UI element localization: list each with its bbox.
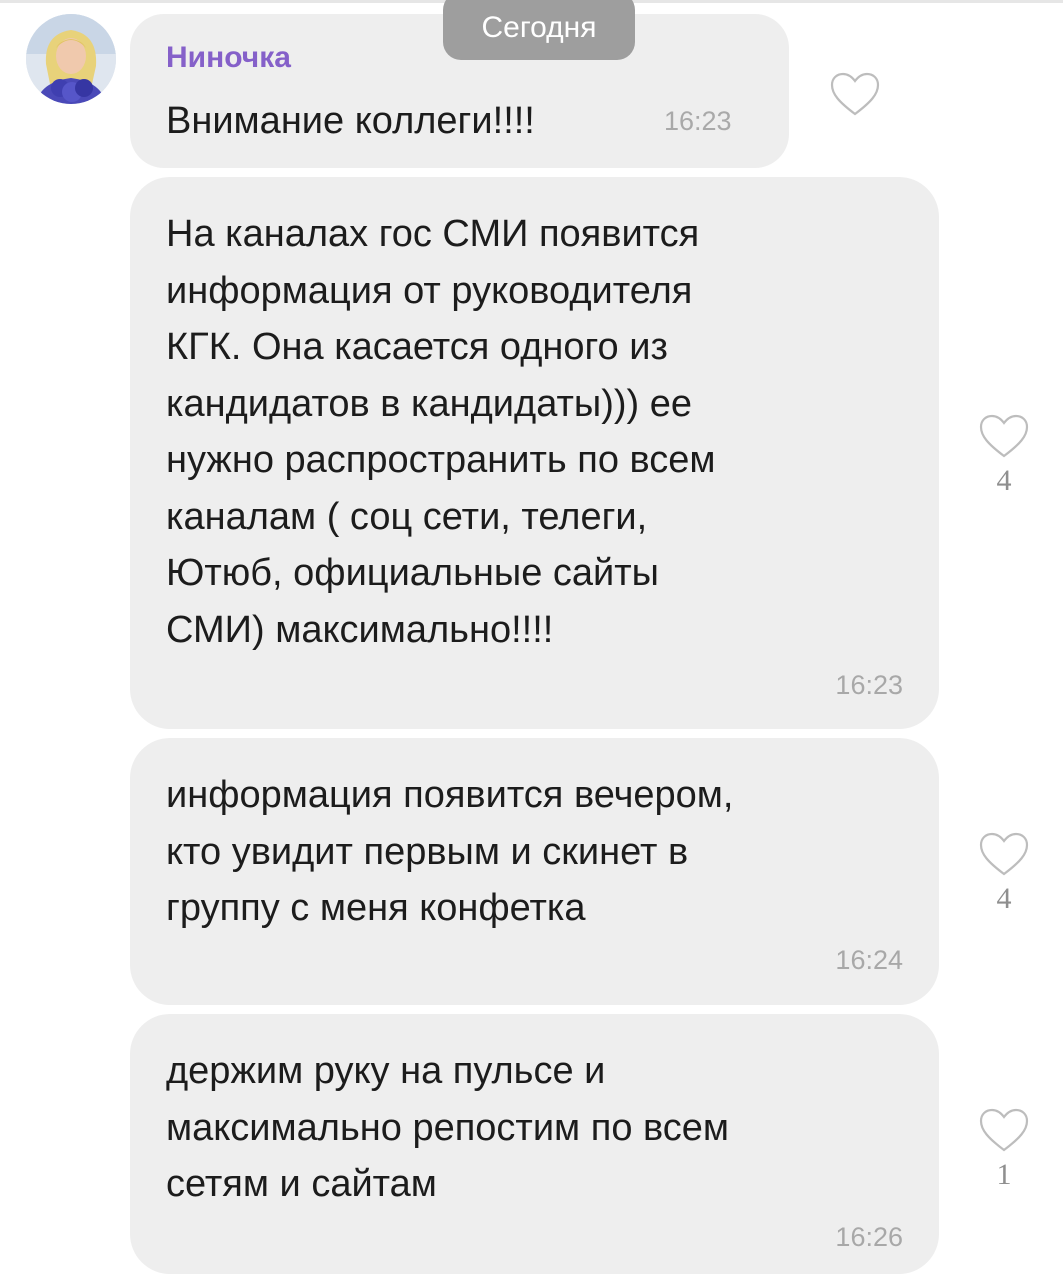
like-count: 4 bbox=[996, 882, 1012, 915]
message-bubble[interactable]: На каналах гос СМИ появится информация о… bbox=[130, 177, 939, 729]
message-time: 16:26 bbox=[835, 1222, 903, 1252]
date-divider: Сегодня bbox=[443, 0, 635, 60]
avatar[interactable] bbox=[26, 14, 116, 104]
heart-outline-icon bbox=[830, 72, 880, 116]
message-time: 16:23 bbox=[835, 670, 903, 700]
heart-outline-icon bbox=[979, 414, 1029, 458]
like-count: 1 bbox=[996, 1158, 1012, 1191]
message-bubble[interactable]: информация появится вечером, кто увидит … bbox=[130, 738, 939, 1005]
message-text: держим руку на пульсе и максимально репо… bbox=[166, 1050, 730, 1205]
like-button[interactable]: 1 bbox=[978, 1108, 1030, 1192]
message-time: 16:24 bbox=[835, 945, 903, 975]
message-text: На каналах гос СМИ появится информация о… bbox=[166, 213, 716, 651]
like-button[interactable]: 4 bbox=[978, 832, 1030, 916]
message-text: Внимание коллеги!!!! bbox=[166, 100, 535, 142]
like-button[interactable]: 4 bbox=[978, 414, 1030, 498]
like-count: 4 bbox=[996, 464, 1012, 497]
message-text: информация появится вечером, кто увидит … bbox=[166, 774, 734, 929]
sender-name[interactable]: Ниночка bbox=[166, 40, 291, 76]
message-time: 16:23 bbox=[664, 106, 732, 136]
like-button[interactable] bbox=[829, 72, 881, 118]
message-bubble[interactable]: держим руку на пульсе и максимально репо… bbox=[130, 1014, 939, 1274]
heart-outline-icon bbox=[979, 832, 1029, 876]
heart-outline-icon bbox=[979, 1108, 1029, 1152]
